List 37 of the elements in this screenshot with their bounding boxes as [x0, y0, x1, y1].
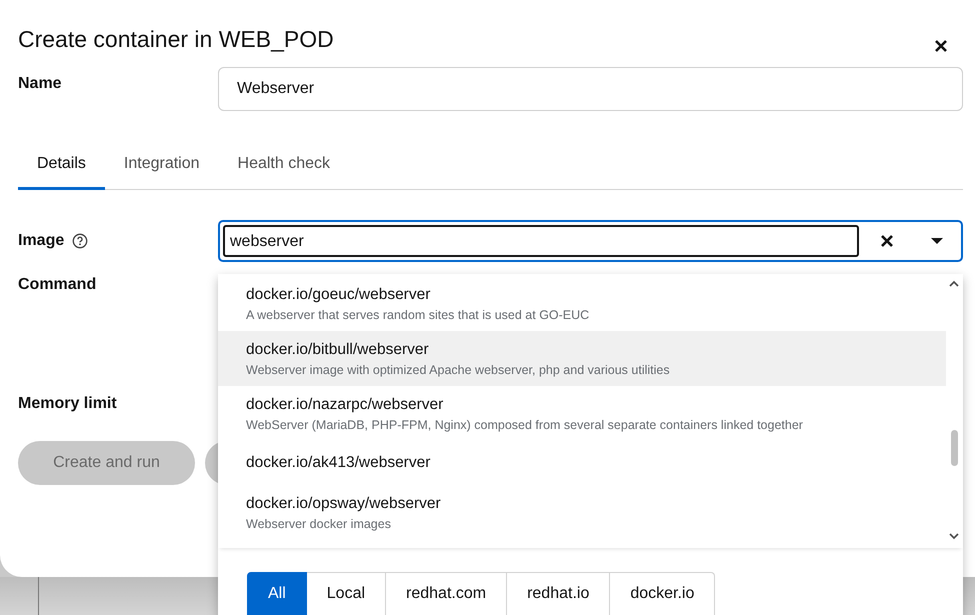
filter-toggle[interactable]: docker.io [610, 572, 716, 615]
scroll-up-icon[interactable] [949, 280, 959, 287]
image-option[interactable]: docker.io/goeuc/webserver A webserver that serves random sites that is used at GO-EUC [218, 276, 946, 331]
option-description: A webserver that serves random sites that is used at GO-EUC [246, 308, 590, 322]
close-icon [935, 40, 947, 52]
tab[interactable]: Integration [104, 155, 219, 190]
image-option[interactable]: docker.io/opsway/webserver Webserver docker images [218, 485, 946, 540]
clear-icon[interactable] [881, 235, 893, 247]
option-name: docker.io/opsway/webserver [246, 494, 442, 512]
field-label: Name [18, 74, 63, 94]
option-description: Webserver docker images [246, 516, 392, 530]
option-description: WebServer (MariaDB, PHP-FPM, Nginx) composed from several separate containers linked together [246, 418, 804, 432]
tab[interactable]: Details [18, 155, 105, 190]
image-option[interactable]: docker.io/nazarpc/webserver WebServer (MariaDB, PHP-FPM, Nginx) composed from several separate containers linked together [218, 386, 946, 441]
filter-toggle[interactable]: Local [306, 572, 386, 615]
caret-icon[interactable] [931, 238, 943, 244]
close-button[interactable] [935, 40, 947, 52]
name-field[interactable]: Webserver [218, 67, 963, 111]
tab[interactable]: Health check [218, 155, 350, 190]
filter-toggle[interactable]: redhat.com [386, 572, 508, 615]
option-name: docker.io/ak413/webserver [246, 454, 432, 472]
image-option[interactable]: docker.io/bitbull/webserver Webserver image with optimized Apache webserver, php and various utilities [218, 331, 946, 386]
image-search-field[interactable]: webserver [223, 225, 859, 257]
option-name: docker.io/goeuc/webserver [246, 286, 432, 304]
help-icon[interactable] [72, 233, 88, 249]
filter-toggle[interactable]: All [247, 572, 307, 615]
option-name: docker.io/bitbull/webserver [246, 340, 430, 358]
scroll-down-icon[interactable] [949, 533, 959, 540]
dialog-title: Create container in WEB_POD [18, 26, 334, 53]
field-label: Image [18, 232, 64, 250]
field-label: Memory limit [18, 394, 118, 413]
filter-toggle[interactable]: redhat.io [507, 572, 610, 615]
scrollbar-thumb[interactable] [950, 430, 958, 466]
option-description: Webserver image with optimized Apache webserver, php and various utilities [246, 362, 671, 376]
field-label: Command [18, 275, 98, 294]
option-name: docker.io/nazarpc/webserver [246, 396, 444, 414]
image-option[interactable]: docker.io/ak413/webserver [218, 441, 946, 485]
